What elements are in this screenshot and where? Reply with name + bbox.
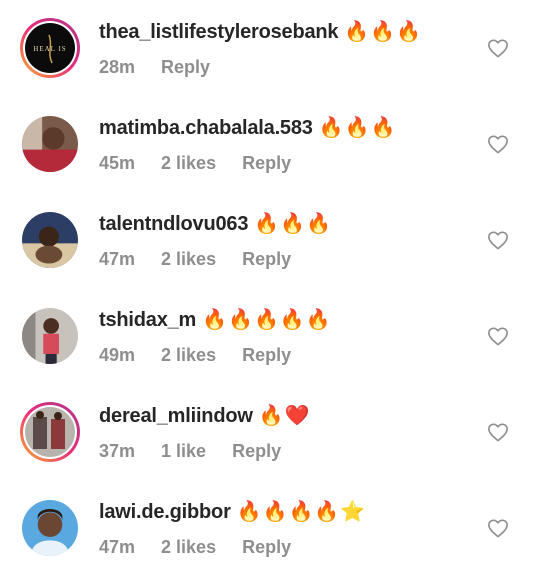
reply-button[interactable]: Reply [232,441,281,462]
comment-username[interactable]: lawi.de.gibbor 🔥🔥🔥🔥⭐ [99,499,366,524]
avatar[interactable] [20,402,80,462]
comment-item: lawi.de.gibbor 🔥🔥🔥🔥⭐ 47m 2 likes Reply [0,480,540,576]
avatar[interactable] [22,500,78,556]
username-link[interactable]: matimba.chabalala.583 [99,117,313,139]
comment-username[interactable]: talentndlovu063 🔥🔥🔥 [99,211,332,236]
timestamp: 47m [99,249,136,269]
timestamp: 28m [99,57,136,77]
comment-item: HEAL IS thea_listlifestylerosebank 🔥🔥🔥 28… [0,0,540,96]
user-photo-avatar [22,500,78,556]
likes-count[interactable]: 2 likes [161,249,216,270]
heart-outline-icon[interactable] [487,230,509,250]
reply-button[interactable]: Reply [161,57,210,78]
heart-outline-icon[interactable] [487,134,509,154]
avatar[interactable] [22,308,78,364]
username-link[interactable]: lawi.de.gibbor [99,501,231,523]
timestamp: 45m [99,153,136,173]
comment-text: 🔥🔥🔥 [318,115,397,139]
likes-count[interactable]: 1 like [161,441,206,462]
reply-button[interactable]: Reply [242,345,291,366]
likes-count[interactable]: 2 likes [161,153,216,174]
comment-text: 🔥🔥🔥 [344,19,423,43]
avatar[interactable]: HEAL IS [20,18,80,78]
comment-item: tshidax_m 🔥🔥🔥🔥🔥 49m 2 likes Reply [0,288,540,384]
timestamp: 37m [99,441,136,461]
heart-outline-icon[interactable] [487,38,509,58]
username-link[interactable]: dereal_mliindow [99,405,253,427]
comment-username[interactable]: tshidax_m 🔥🔥🔥🔥🔥 [99,307,332,332]
heart-outline-icon[interactable] [487,518,509,538]
comment-item: dereal_mliindow 🔥❤️ 37m 1 like Reply [0,384,540,480]
reply-button[interactable]: Reply [242,153,291,174]
comment-username[interactable]: matimba.chabalala.583 🔥🔥🔥 [99,115,396,140]
comment-meta: 45m 2 likes Reply [99,153,291,174]
comments-list: HEAL IS thea_listlifestylerosebank 🔥🔥🔥 28… [0,0,540,587]
heart-outline-icon[interactable] [487,422,509,442]
reply-button[interactable]: Reply [242,249,291,270]
comment-meta: 28m Reply [99,57,210,78]
avatar[interactable] [22,116,78,172]
user-photo-avatar [22,212,78,268]
heart-outline-icon[interactable] [487,326,509,346]
comment-meta: 49m 2 likes Reply [99,345,291,366]
avatar[interactable] [22,212,78,268]
comment-meta: 37m 1 like Reply [99,441,281,462]
comment-meta: 47m 2 likes Reply [99,537,291,558]
comment-item: talentndlovu063 🔥🔥🔥 47m 2 likes Reply [0,192,540,288]
brand-logo-avatar: HEAL IS [25,23,75,73]
timestamp: 47m [99,537,136,557]
comment-meta: 47m 2 likes Reply [99,249,291,270]
comment-item: matimba.chabalala.583 🔥🔥🔥 45m 2 likes Reply [0,96,540,192]
comment-text: 🔥❤️ [258,403,311,427]
user-photo-avatar [22,116,78,172]
comment-text: 🔥🔥🔥🔥⭐ [236,499,367,523]
reply-button[interactable]: Reply [242,537,291,558]
comment-text: 🔥🔥🔥 [254,211,332,235]
likes-count[interactable]: 2 likes [161,537,216,558]
comment-username[interactable]: thea_listlifestylerosebank 🔥🔥🔥 [99,19,422,44]
comment-text: 🔥🔥🔥🔥🔥 [202,307,332,331]
timestamp: 49m [99,345,136,365]
username-link[interactable]: tshidax_m [99,309,196,331]
username-link[interactable]: thea_listlifestylerosebank [99,21,339,43]
user-photo-avatar [25,407,75,457]
likes-count[interactable]: 2 likes [161,345,216,366]
user-photo-avatar [22,308,78,364]
comment-username[interactable]: dereal_mliindow 🔥❤️ [99,403,311,428]
username-link[interactable]: talentndlovu063 [99,213,248,235]
